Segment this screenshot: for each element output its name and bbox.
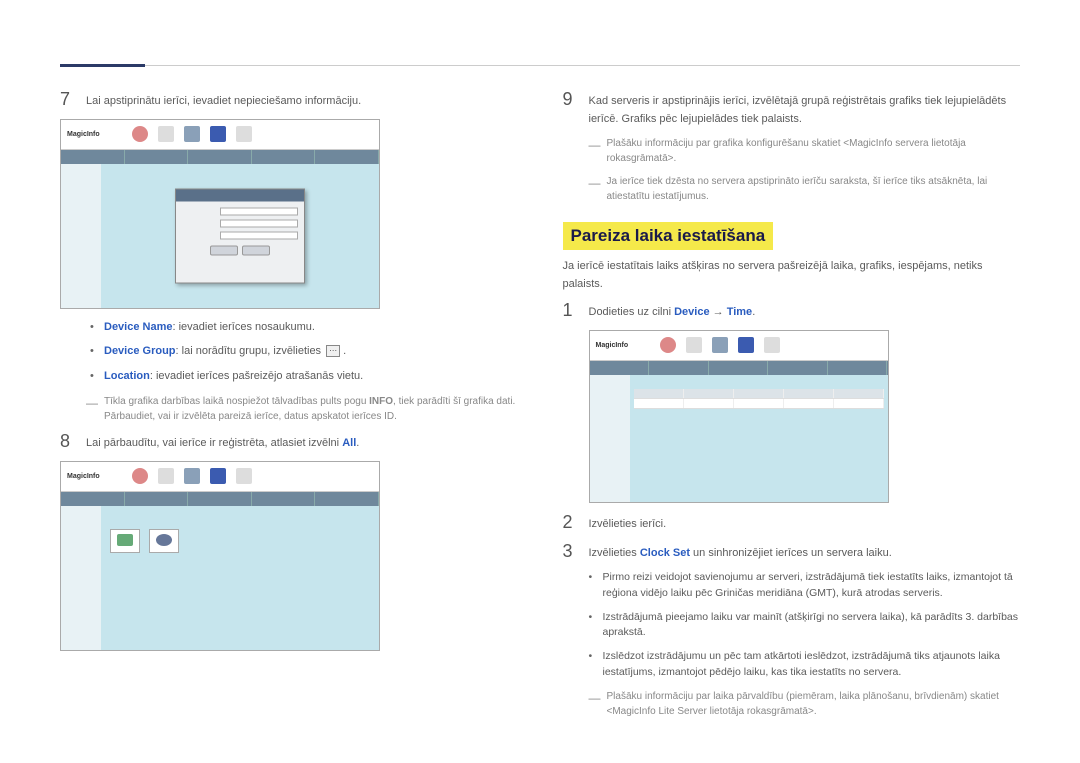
- step-text: Lai apstiprinātu ierīci, ievadiet nepiec…: [86, 90, 361, 111]
- screenshot-device-time: MagicInfo: [589, 330, 889, 503]
- ss-toolbar-icon: [236, 126, 252, 142]
- two-column-layout: 7 Lai apstiprinātu ierīci, ievadiet nepi…: [60, 90, 1020, 727]
- location-label: Location: [104, 370, 150, 382]
- field-bullets: • Device Name: ievadiet ierīces nosaukum…: [90, 319, 518, 385]
- all-label: All: [342, 437, 356, 449]
- bullet-location: • Location: ievadiet ierīces pašreizējo …: [90, 368, 518, 385]
- ss-toolbar-icon: [210, 126, 226, 142]
- step-7: 7 Lai apstiprinātu ierīci, ievadiet nepi…: [60, 90, 518, 111]
- info-note: ― Tīkla grafika darbības laikā nospiežot…: [86, 394, 518, 424]
- ss-toolbar-icon: [210, 468, 226, 484]
- step-number: 3: [563, 542, 589, 560]
- screenshot-all-devices: MagicInfo: [60, 461, 380, 651]
- ss-sidebar: [61, 506, 101, 650]
- step-text: Izvēlieties ierīci.: [589, 513, 667, 534]
- left-column: 7 Lai apstiprinātu ierīci, ievadiet nepi…: [60, 90, 518, 727]
- ss-table: [634, 389, 884, 409]
- ss-logo: MagicInfo: [596, 342, 629, 349]
- bullet-device-name: • Device Name: ievadiet ierīces nosaukum…: [90, 319, 518, 336]
- step-number: 1: [563, 301, 589, 319]
- ss-toolbar-icon: [132, 468, 148, 484]
- step-text: Lai pārbaudītu, vai ierīce ir reģistrēta…: [86, 432, 359, 453]
- ss-toolbar-icon: [738, 337, 754, 353]
- ss-toolbar-icon: [132, 126, 148, 142]
- step-3: 3 Izvēlieties Clock Set un sinhronizējie…: [563, 542, 1021, 563]
- device-name-label: Device Name: [104, 321, 173, 333]
- sub-bullet-2: • Izstrādājumā pieejamo laiku var mainīt…: [589, 610, 1021, 642]
- screenshot-approve-dialog: MagicInfo: [60, 119, 380, 309]
- sub-bullet-1: • Pirmo reizi veidojot savienojumu ar se…: [589, 570, 1021, 602]
- device-label: Device: [674, 306, 709, 318]
- step-2: 2 Izvēlieties ierīci.: [563, 513, 1021, 534]
- step-number: 9: [563, 90, 589, 108]
- ss-toolbar-icon: [184, 468, 200, 484]
- ss-toolbar-icon: [764, 337, 780, 353]
- ss-sidebar: [61, 164, 101, 308]
- header-rule: [60, 65, 1020, 66]
- note-b: ― Ja ierīce tiek dzēsta no servera apsti…: [589, 174, 1021, 204]
- step-8: 8 Lai pārbaudītu, vai ierīce ir reģistrē…: [60, 432, 518, 453]
- ss-thumb-area: [101, 520, 379, 650]
- sub-bullets: • Pirmo reizi veidojot savienojumu ar se…: [589, 570, 1021, 681]
- step-text: Dodieties uz cilni Device → Time.: [589, 301, 756, 322]
- time-label: Time: [727, 306, 752, 318]
- step-text: Kad serveris ir apstiprinājis ierīci, iz…: [589, 90, 1021, 128]
- ss-dialog: [175, 188, 305, 283]
- ss-main: [101, 164, 379, 308]
- ss-toolbar-icon: [712, 337, 728, 353]
- device-group-label: Device Group: [104, 345, 176, 357]
- clock-set-label: Clock Set: [640, 547, 690, 559]
- ss-toolbar-icon: [158, 126, 174, 142]
- section-intro: Ja ierīcē iestatītais laiks atšķiras no …: [563, 258, 1021, 293]
- sub-bullet-3: • Izslēdzot izstrādājumu un pēc tam atkā…: [589, 649, 1021, 681]
- ss-logo: MagicInfo: [67, 473, 100, 480]
- note-a: ― Plašāku informāciju par grafika konfig…: [589, 136, 1021, 166]
- ss-toolbar-icon: [184, 126, 200, 142]
- step-text: Izvēlieties Clock Set un sinhronizējiet …: [589, 542, 892, 563]
- ss-toolbar-icon: [660, 337, 676, 353]
- group-picker-icon: [326, 345, 340, 357]
- step-1: 1 Dodieties uz cilni Device → Time.: [563, 301, 1021, 322]
- header-accent: [60, 64, 145, 67]
- info-bold: INFO: [369, 396, 393, 407]
- section-title: Pareiza laika iestatīšana: [563, 222, 774, 250]
- ss-toolbar-icon: [686, 337, 702, 353]
- step-number: 8: [60, 432, 86, 450]
- ss-dialog-header: [176, 189, 304, 201]
- step-number: 7: [60, 90, 86, 108]
- bullet-device-group: • Device Group: lai norādītu grupu, izvē…: [90, 343, 518, 360]
- right-column: 9 Kad serveris ir apstiprinājis ierīci, …: [563, 90, 1021, 727]
- ss-toolbar-icon: [158, 468, 174, 484]
- step-9: 9 Kad serveris ir apstiprinājis ierīci, …: [563, 90, 1021, 128]
- ss-toolbar-icon: [236, 468, 252, 484]
- ss-sidebar: [590, 375, 630, 502]
- step-number: 2: [563, 513, 589, 531]
- ss-logo: MagicInfo: [67, 131, 100, 138]
- note-c: ― Plašāku informāciju par laika pārvaldī…: [589, 689, 1021, 719]
